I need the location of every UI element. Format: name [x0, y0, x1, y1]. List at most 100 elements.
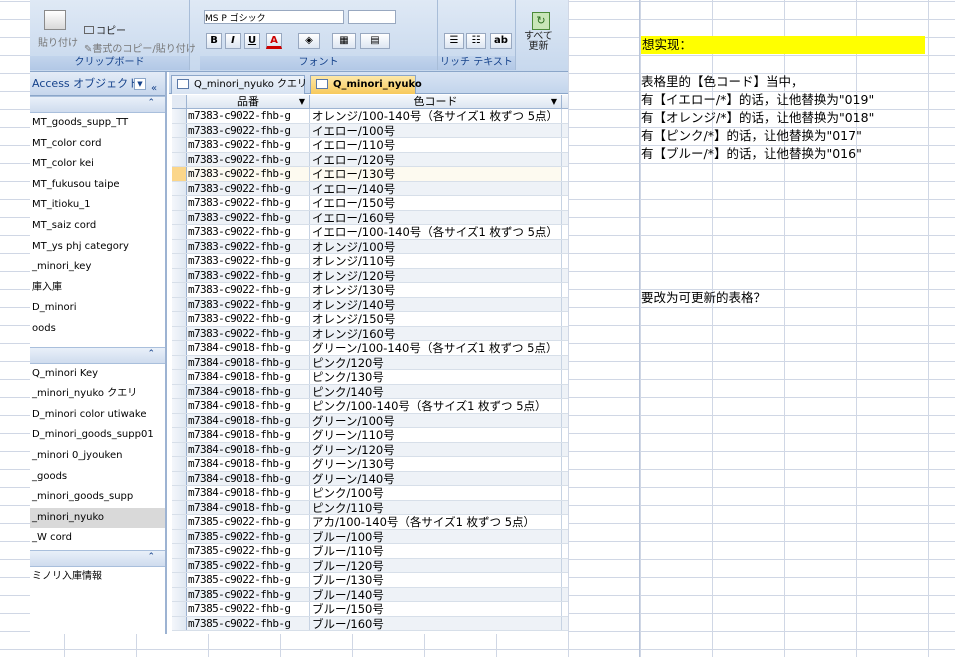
record-selector[interactable] — [172, 558, 187, 572]
table-row[interactable]: m7383-c9022-fhb-g イエロー/110号 — [172, 138, 568, 153]
nav-item[interactable]: _minori 0_jyouken — [30, 446, 165, 467]
table-row[interactable]: m7384-c9018-fhb-g ピンク/100-140号（各サイズ1 枚ずつ … — [172, 399, 568, 414]
record-selector[interactable] — [172, 616, 187, 630]
sort-arrow-icon[interactable]: ▼ — [299, 95, 305, 108]
copy-button[interactable]: コピー — [84, 22, 126, 37]
record-selector[interactable] — [172, 181, 187, 195]
record-selector[interactable] — [172, 486, 187, 500]
record-selector[interactable] — [172, 471, 187, 485]
table-row[interactable]: m7385-c9022-fhb-g ブルー/160号 — [172, 616, 568, 631]
record-selector[interactable] — [172, 138, 187, 152]
cell-hinban[interactable]: m7385-c9022-fhb-g — [187, 515, 310, 529]
cell-color-code[interactable]: ピンク/130号 — [310, 370, 562, 384]
record-selector[interactable] — [172, 399, 187, 413]
cell-hinban[interactable]: m7385-c9022-fhb-g — [187, 616, 310, 630]
paste-icon[interactable] — [44, 10, 66, 30]
cell-hinban[interactable]: m7384-c9018-fhb-g — [187, 341, 310, 355]
table-row[interactable]: m7383-c9022-fhb-g イエロー/120号 — [172, 152, 568, 167]
cell-color-code[interactable]: ピンク/120号 — [310, 355, 562, 369]
nav-item[interactable]: _minori_key — [30, 257, 165, 278]
cell-color-code[interactable]: ピンク/100号 — [310, 486, 562, 500]
cell-color-code[interactable]: イエロー/160号 — [310, 210, 562, 224]
cell-hinban[interactable]: m7383-c9022-fhb-g — [187, 297, 310, 311]
table-row[interactable]: m7383-c9022-fhb-g イエロー/150号 — [172, 196, 568, 211]
nav-item[interactable]: MT_fukusou taipe — [30, 175, 165, 196]
select-all-button[interactable] — [172, 95, 187, 108]
cell-color-code[interactable]: ブルー/150号 — [310, 602, 562, 616]
cell-color-code[interactable]: グリーン/130号 — [310, 457, 562, 471]
table-row[interactable]: m7383-c9022-fhb-g オレンジ/130号 — [172, 283, 568, 298]
table-row[interactable]: m7383-c9022-fhb-g オレンジ/150号 — [172, 312, 568, 327]
nav-item[interactable]: MT_color cord — [30, 134, 165, 155]
cell-color-code[interactable]: ブルー/140号 — [310, 587, 562, 601]
cell-color-code[interactable]: グリーン/100-140号（各サイズ1 枚ずつ 5点） — [310, 341, 562, 355]
nav-item[interactable]: MT_color kei — [30, 154, 165, 175]
record-selector[interactable] — [172, 355, 187, 369]
cell-color-code[interactable]: グリーン/110号 — [310, 428, 562, 442]
record-selector[interactable] — [172, 544, 187, 558]
bold-button[interactable]: B — [206, 33, 222, 49]
table-row[interactable]: m7384-c9018-fhb-g ピンク/130号 — [172, 370, 568, 385]
nav-group-forms[interactable]: ⌃ — [30, 549, 165, 567]
cell-color-code[interactable]: ブルー/120号 — [310, 558, 562, 572]
table-row[interactable]: m7383-c9022-fhb-g オレンジ/140号 — [172, 297, 568, 312]
nav-item[interactable]: _W cord — [30, 528, 165, 549]
nav-item[interactable]: MT_goods_supp_TT — [30, 113, 165, 134]
table-row[interactable]: m7385-c9022-fhb-g アカ/100-140号（各サイズ1 枚ずつ 5… — [172, 515, 568, 530]
font-size-combo[interactable] — [348, 10, 396, 24]
record-selector[interactable] — [172, 370, 187, 384]
record-selector[interactable] — [172, 268, 187, 282]
column-header-hinban[interactable]: 品番 ▼ — [187, 95, 310, 108]
nav-group-tables[interactable]: ⌃ — [30, 96, 165, 113]
table-row[interactable]: m7384-c9018-fhb-g ピンク/110号 — [172, 500, 568, 515]
cell-color-code[interactable]: イエロー/100-140号（各サイズ1 枚ずつ 5点） — [310, 225, 562, 239]
record-selector[interactable] — [172, 500, 187, 514]
cell-hinban[interactable]: m7384-c9018-fhb-g — [187, 370, 310, 384]
cell-color-code[interactable]: オレンジ/100号 — [310, 239, 562, 253]
nav-item[interactable]: MT_saiz cord — [30, 216, 165, 237]
record-selector[interactable] — [172, 225, 187, 239]
collapse-icon[interactable]: ⌃ — [147, 349, 155, 359]
cell-hinban[interactable]: m7384-c9018-fhb-g — [187, 399, 310, 413]
nav-item[interactable]: MT_ys phj category — [30, 237, 165, 258]
cell-color-code[interactable]: オレンジ/100-140号（各サイズ1 枚ずつ 5点） — [310, 109, 562, 123]
cell-hinban[interactable]: m7383-c9022-fhb-g — [187, 254, 310, 268]
paste-button[interactable]: 貼り付け — [38, 34, 78, 49]
refresh-icon[interactable]: ↻ — [532, 12, 550, 30]
nav-item[interactable]: oods — [30, 319, 165, 340]
nav-item[interactable]: _minori_nyuko クエリ — [30, 384, 165, 405]
table-row[interactable]: m7383-c9022-fhb-g オレンジ/100-140号（各サイズ1 枚ずつ… — [172, 109, 568, 124]
cell-hinban[interactable]: m7383-c9022-fhb-g — [187, 210, 310, 224]
record-selector[interactable] — [172, 384, 187, 398]
cell-hinban[interactable]: m7383-c9022-fhb-g — [187, 268, 310, 282]
cell-hinban[interactable]: m7384-c9018-fhb-g — [187, 384, 310, 398]
cell-color-code[interactable]: ブルー/110号 — [310, 544, 562, 558]
numbered-list-icon[interactable]: ☷ — [466, 33, 486, 49]
cell-hinban[interactable]: m7385-c9022-fhb-g — [187, 587, 310, 601]
column-header-color-code[interactable]: 色コード ▼ — [310, 95, 562, 108]
cell-color-code[interactable]: オレンジ/110号 — [310, 254, 562, 268]
cell-hinban[interactable]: m7383-c9022-fhb-g — [187, 312, 310, 326]
nav-item[interactable]: _minori_goods_supp — [30, 487, 165, 508]
cell-color-code[interactable]: イエロー/100号 — [310, 123, 562, 137]
table-row[interactable]: m7384-c9018-fhb-g グリーン/140号 — [172, 471, 568, 486]
list-icon[interactable]: ☰ — [444, 33, 464, 49]
nav-item[interactable]: D_minori_goods_supp01 — [30, 425, 165, 446]
cell-color-code[interactable]: ブルー/100号 — [310, 529, 562, 543]
cell-color-code[interactable]: オレンジ/140号 — [310, 297, 562, 311]
table-row[interactable]: m7385-c9022-fhb-g ブルー/150号 — [172, 602, 568, 617]
cell-color-code[interactable]: イエロー/120号 — [310, 152, 562, 166]
font-name-combo[interactable]: MS P ゴシック — [204, 10, 344, 24]
cell-hinban[interactable]: m7385-c9022-fhb-g — [187, 558, 310, 572]
sort-arrow-icon[interactable]: ▼ — [551, 95, 557, 108]
cell-color-code[interactable]: ブルー/160号 — [310, 616, 562, 630]
italic-button[interactable]: I — [225, 33, 241, 49]
record-selector[interactable] — [172, 457, 187, 471]
excel-rule-cell[interactable]: 有【オレンジ/*】的话，让他替换为"018" — [641, 109, 874, 127]
cell-hinban[interactable]: m7383-c9022-fhb-g — [187, 138, 310, 152]
cell-hinban[interactable]: m7384-c9018-fhb-g — [187, 413, 310, 427]
table-row[interactable]: m7384-c9018-fhb-g ピンク/100号 — [172, 486, 568, 501]
nav-item[interactable]: D_minori color utiwake — [30, 405, 165, 426]
cell-hinban[interactable]: m7383-c9022-fhb-g — [187, 167, 310, 181]
cell-hinban[interactable]: m7383-c9022-fhb-g — [187, 326, 310, 340]
